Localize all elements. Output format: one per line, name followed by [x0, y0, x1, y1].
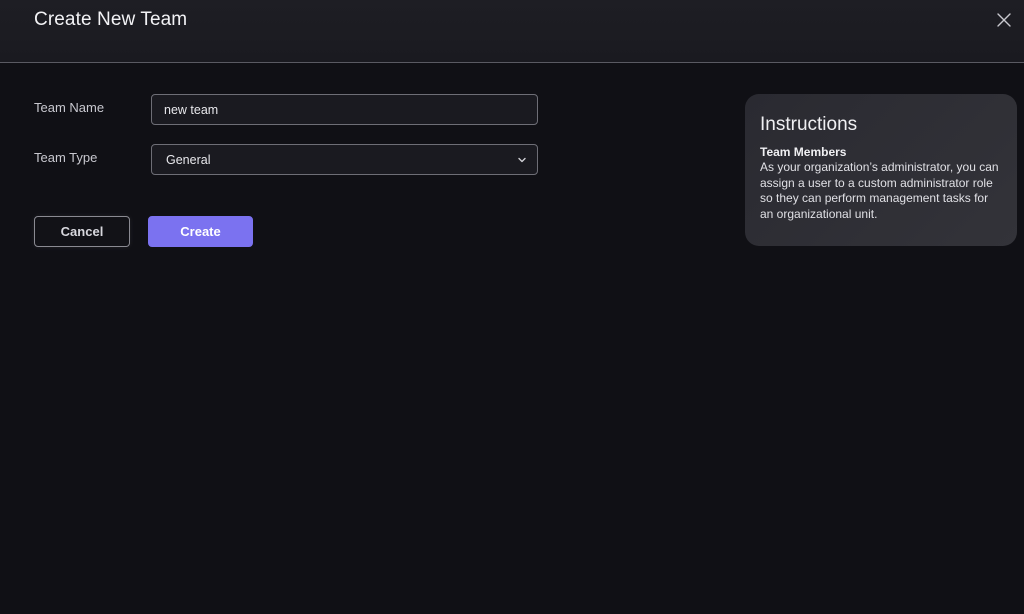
team-name-label: Team Name: [34, 100, 105, 115]
instructions-subtitle: Team Members: [760, 145, 847, 159]
modal-header: Create New Team: [0, 0, 1024, 63]
instructions-body: As your organization’s administrator, yo…: [760, 160, 999, 221]
chevron-down-icon: [518, 157, 526, 163]
instructions-panel: Instructions Team Members As your organi…: [745, 94, 1017, 246]
team-type-select[interactable]: General: [151, 144, 538, 175]
team-name-input[interactable]: [151, 94, 538, 125]
team-type-label: Team Type: [34, 150, 98, 165]
create-button[interactable]: Create: [148, 216, 253, 247]
page-title: Create New Team: [34, 9, 188, 30]
close-icon: [997, 13, 1011, 27]
team-type-selected-value: General: [166, 153, 211, 167]
instructions-title: Instructions: [760, 114, 858, 135]
close-button[interactable]: [994, 10, 1014, 30]
team-name-row: Team Name: [34, 94, 538, 125]
cancel-button[interactable]: Cancel: [34, 216, 130, 247]
team-type-row: Team Type General: [34, 144, 538, 175]
